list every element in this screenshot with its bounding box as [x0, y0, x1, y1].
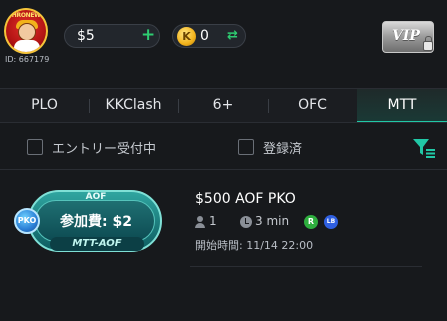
balance-amount: $5	[77, 28, 95, 44]
avatar-robe-icon	[14, 40, 40, 52]
badge-entry-fee: 参加費: $2	[60, 214, 132, 230]
leaderboard-icon: LB	[324, 215, 338, 229]
tab-plo[interactable]: PLO	[0, 89, 89, 123]
balance-pill[interactable]: $5 +	[64, 24, 160, 48]
player-icon	[195, 216, 205, 228]
game-type-tabs: PLO KKClash 6+ OFC MTT	[0, 88, 447, 123]
badge-type-label: MTT-AOF	[50, 237, 144, 251]
tab-divider	[268, 99, 269, 113]
entry-open-checkbox[interactable]	[27, 139, 43, 155]
tab-6plus[interactable]: 6+	[178, 89, 268, 123]
start-time: 開始時間: 11/14 22:00	[195, 239, 314, 252]
tab-divider	[178, 99, 179, 113]
coin-k-icon: K	[177, 27, 196, 46]
registered-checkbox[interactable]	[238, 139, 254, 155]
entry-open-label[interactable]: エントリー受付中	[52, 138, 156, 157]
tab-kkclash[interactable]: KKClash	[89, 89, 178, 123]
tournament-meta: 1 3 min R LB	[195, 214, 435, 230]
filter-bar: エントリー受付中 登録済	[0, 122, 447, 170]
vip-label: VIP	[392, 28, 420, 44]
coin-pill[interactable]: K 0 ⇄	[172, 24, 246, 48]
rebuy-icon: R	[304, 215, 318, 229]
plus-icon[interactable]: +	[141, 25, 155, 45]
swap-arrows-icon[interactable]: ⇄	[227, 28, 238, 43]
tournament-card[interactable]: AOF 参加費: $2 MTT-AOF PKO $500 AOF PKO 1 3…	[0, 171, 447, 267]
tab-ofc[interactable]: OFC	[268, 89, 357, 123]
level-duration: 3 min	[255, 214, 290, 228]
top-header: THRONEWEEK ID: 667179 $5 + K 0 ⇄ VIP	[0, 0, 447, 88]
registered-label[interactable]: 登録済	[263, 138, 302, 157]
tournament-name: $500 AOF PKO	[195, 191, 296, 207]
avatar-face-icon	[18, 23, 36, 41]
filter-icon[interactable]	[412, 137, 436, 159]
card-divider	[190, 266, 422, 267]
coin-count: 0	[200, 28, 209, 44]
tab-mtt[interactable]: MTT	[357, 89, 447, 123]
avatar[interactable]: THRONEWEEK	[4, 8, 48, 54]
tab-divider	[89, 99, 90, 113]
tournament-badge[interactable]: AOF 参加費: $2 MTT-AOF PKO	[14, 190, 164, 254]
vip-button[interactable]: VIP	[382, 21, 434, 53]
user-id: ID: 667179	[5, 55, 50, 64]
badge-format-label: AOF	[85, 192, 107, 202]
clock-icon	[240, 216, 252, 228]
pko-icon: PKO	[14, 208, 40, 234]
lock-icon	[423, 36, 433, 51]
player-count: 1	[209, 214, 217, 228]
